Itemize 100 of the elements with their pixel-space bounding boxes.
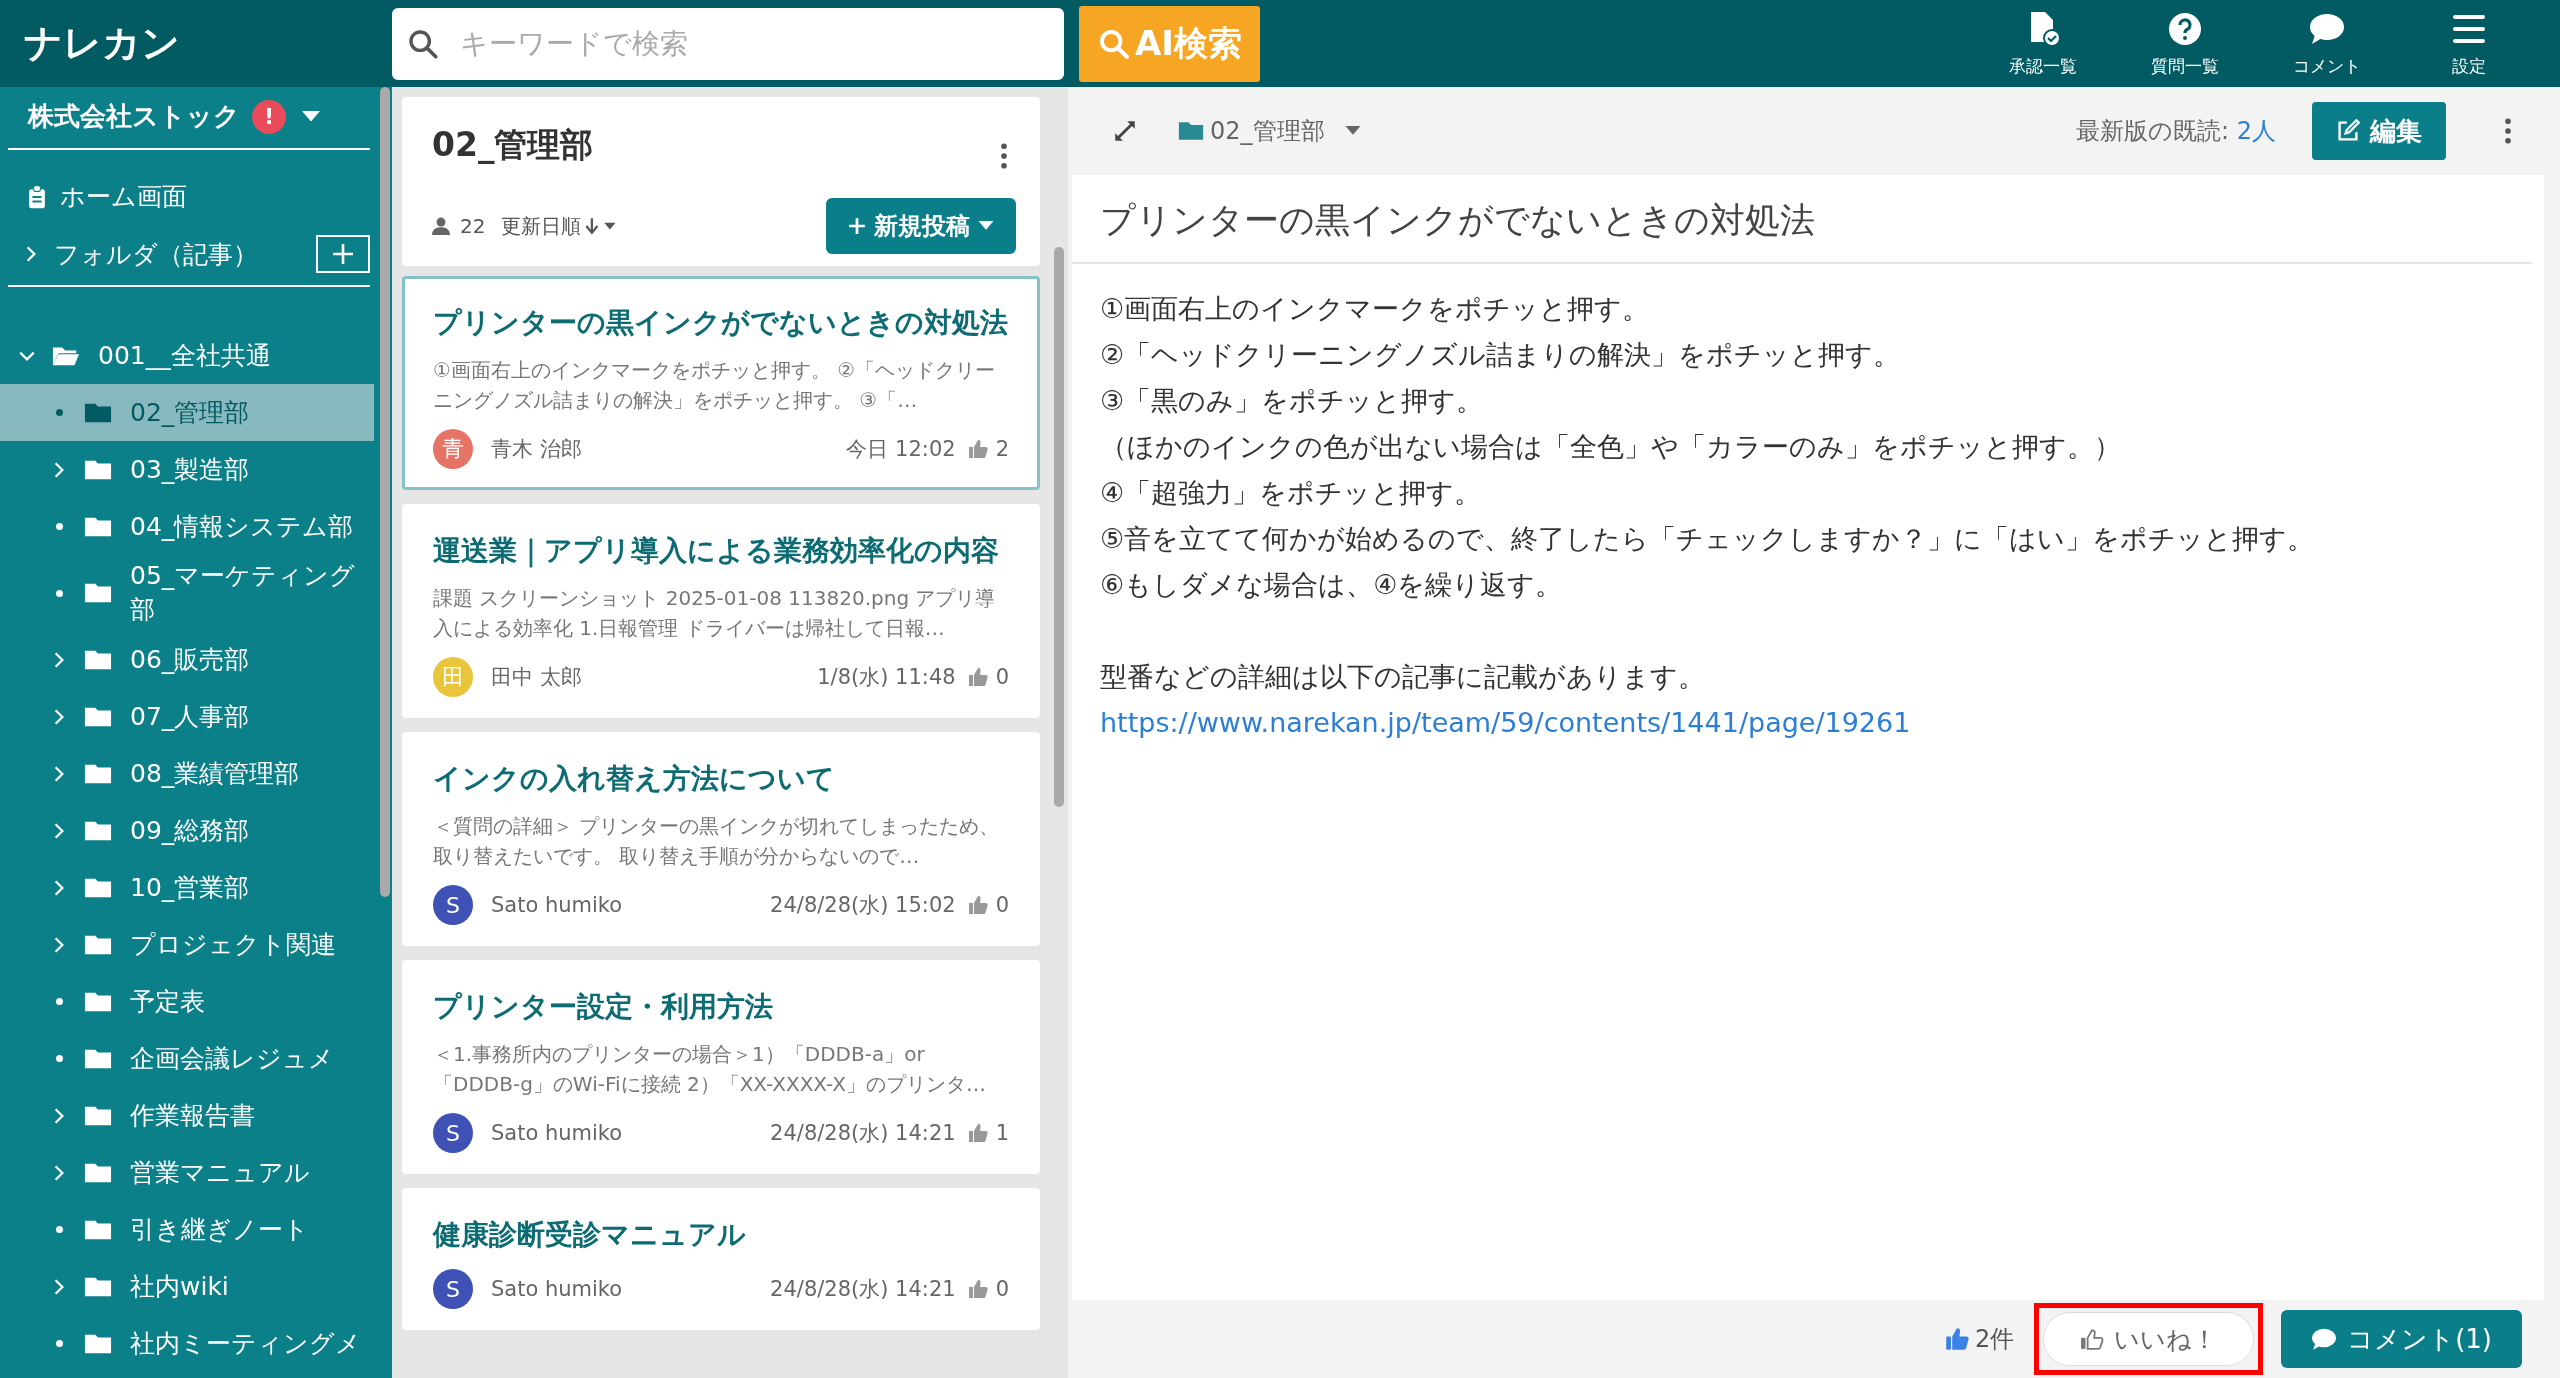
nav-button[interactable]: コメント bbox=[2256, 8, 2398, 79]
author-name: 田中 太郎 bbox=[491, 664, 583, 691]
alert-badge: ! bbox=[252, 99, 286, 134]
like-count: 0 bbox=[995, 1277, 1009, 1301]
avatar: S bbox=[433, 885, 473, 925]
add-folder-button[interactable] bbox=[316, 235, 370, 273]
thumbs-up-icon bbox=[967, 895, 988, 915]
folder-item[interactable]: 001__全社共通 bbox=[0, 327, 374, 384]
home-link[interactable]: ホーム画面 bbox=[60, 180, 187, 213]
new-post-button[interactable]: 新規投稿 bbox=[826, 198, 1016, 254]
breadcrumb-folder[interactable]: 02_管理部 bbox=[1210, 115, 1325, 147]
avatar: 田 bbox=[433, 657, 473, 697]
nav-button[interactable]: 承認一覧 bbox=[1972, 8, 2114, 79]
author-name: Sato humiko bbox=[491, 1277, 624, 1301]
caret-icon[interactable] bbox=[1344, 126, 1361, 136]
post-card[interactable]: プリンター設定・利用方法 ＜1.事務所内のプリンターの場合＞1）「DDDB-a」or「DDDB-g」のWi-Fiに接続 2）「XX-XXXX-X」のプリンタ… S Sato humiko 24/8/28(水) 14:21 1 bbox=[402, 960, 1040, 1174]
user-icon bbox=[432, 217, 450, 235]
article-text: ②「ヘッドクリーニングノズル詰まりの解決」をポチッと押す。 bbox=[1100, 338, 1902, 372]
sort-dropdown[interactable]: 更新日順 bbox=[501, 212, 620, 240]
article-title: プリンターの黒インクがでないときの対処法 bbox=[1072, 175, 2532, 264]
article-link[interactable]: https://www.narekan.jp/team/59/contents/1441/page/19261 bbox=[1100, 707, 1911, 738]
folder-item[interactable]: 10_営業部 bbox=[0, 859, 374, 916]
nav-button[interactable]: 設定 bbox=[2398, 8, 2540, 79]
folder-item[interactable]: 09_総務部 bbox=[0, 802, 374, 859]
thumbs-up-icon bbox=[2080, 1328, 2105, 1350]
post-title: プリンター設定・利用方法 bbox=[433, 989, 774, 1025]
avatar: S bbox=[433, 1269, 473, 1309]
thumbs-up-icon bbox=[967, 1123, 988, 1143]
folder-item[interactable]: 08_業績管理部 bbox=[0, 745, 374, 802]
author-name: 青木 治郎 bbox=[491, 436, 583, 463]
article-text: ④「超強力」をポチッと押す。 bbox=[1100, 476, 1483, 510]
like-count: 0 bbox=[995, 893, 1009, 917]
post-card[interactable]: 健康診断受診マニュアル S Sato humiko 24/8/28(水) 14:21 0 bbox=[402, 1188, 1040, 1330]
post-card[interactable]: プリンターの黒インクがでないときの対処法 ①画面右上のインクマークをポチッと押す。 ②「ヘッドクリーニングノズル詰まりの解決」をポチッと押す。 ③「… 青 青木 治郎 今日 12:02 2 bbox=[402, 276, 1040, 490]
read-status: 最新版の既読: 2人 bbox=[2076, 116, 2276, 147]
search-input[interactable]: キーワードで検索 bbox=[458, 26, 1064, 61]
edit-button[interactable]: 編集 bbox=[2312, 102, 2446, 160]
nav-button[interactable]: 質問一覧 bbox=[2114, 8, 2256, 79]
post-title: 健康診断受診マニュアル bbox=[433, 1217, 747, 1253]
post-excerpt: ＜質問の詳細＞ プリンターの黒インクが切れてしまったため、取り替えたいです。 取り替え手順が分からないので… bbox=[433, 813, 1001, 870]
article-text: （ほかのインクの色が出ない場合は「全色」や「カラーのみ」をポチッと押す。） bbox=[1100, 430, 2122, 464]
post-excerpt: ①画面右上のインクマークをポチッと押す。 ②「ヘッドクリーニングノズル詰まりの解決」をポチッと押す。 ③「… bbox=[433, 357, 997, 414]
like-count: 2 bbox=[995, 437, 1009, 461]
post-card[interactable]: 運送業｜アプリ導入による業務効率化の内容 課題 スクリーンショット 2025-01-08 113820.png アプリ導入による効率化 1.日報管理 ドライバーは帰社して日報… 田 田中 太郎 1/8(水) 11:48 0 bbox=[402, 504, 1040, 718]
folder-item[interactable]: 02_管理部 bbox=[0, 384, 374, 441]
thumbs-up-icon bbox=[967, 667, 988, 687]
folder-item[interactable]: 作業報告書 bbox=[0, 1087, 374, 1144]
folder-item[interactable]: 07_人事部 bbox=[0, 688, 374, 745]
post-title: プリンターの黒インクがでないときの対処法 bbox=[433, 305, 1009, 341]
author-name: Sato humiko bbox=[491, 893, 624, 917]
plus-icon bbox=[848, 217, 866, 235]
article-text: 型番などの詳細は以下の記事に記載があります。 bbox=[1100, 660, 1706, 694]
clipboard-icon bbox=[28, 184, 46, 209]
thumbs-up-icon bbox=[967, 439, 988, 459]
thumbs-up-icon bbox=[1944, 1327, 1969, 1351]
like-count: 1 bbox=[995, 1121, 1009, 1145]
folder-item[interactable]: 社内wiki bbox=[0, 1258, 374, 1315]
post-date: 24/8/28(水) 15:02 bbox=[770, 892, 956, 919]
caret-icon bbox=[978, 221, 994, 231]
post-card[interactable]: インクの入れ替え方法について ＜質問の詳細＞ プリンターの黒インクが切れてしまったため、取り替えたいです。 取り替え手順が分からないので… S Sato humiko 24/8/28(水) 15:02 0 bbox=[402, 732, 1040, 946]
folder-item[interactable]: 引き継ぎノート bbox=[0, 1201, 374, 1258]
section-heading: フォルダ（記事） bbox=[54, 238, 259, 271]
expand-icon[interactable] bbox=[1112, 118, 1138, 144]
post-date: 24/8/28(水) 14:21 bbox=[770, 1120, 956, 1147]
member-count: 22 bbox=[460, 214, 486, 238]
article-text: ⑤音を立てて何かが始めるので、終了したら「チェックしますか？」に「はい」をポチッと押す。 bbox=[1100, 522, 2316, 556]
article-text: ①画面右上のインクマークをポチッと押す。 bbox=[1100, 292, 1651, 326]
avatar: 青 bbox=[433, 429, 473, 469]
scrollbar[interactable] bbox=[380, 87, 390, 897]
post-title: 運送業｜アプリ導入による業務効率化の内容 bbox=[433, 533, 1000, 570]
read-count-link[interactable]: 2人 bbox=[2236, 117, 2276, 145]
avatar: S bbox=[433, 1113, 473, 1153]
like-button[interactable]: いいね！ bbox=[2043, 1312, 2255, 1366]
comment-button[interactable]: コメント(1) bbox=[2281, 1310, 2522, 1368]
folder-item[interactable]: プロジェクト関連 bbox=[0, 916, 374, 973]
folder-item[interactable]: 企画会議レジュメ bbox=[0, 1030, 374, 1087]
speech-bubble-icon bbox=[2311, 1327, 2338, 1351]
folder-item[interactable]: 06_販売部 bbox=[0, 631, 374, 688]
post-excerpt: ＜1.事務所内のプリンターの場合＞1）「DDDB-a」or「DDDB-g」のWi-Fiに接続 2）「XX-XXXX-X」のプリンタ… bbox=[433, 1041, 987, 1098]
article-text: ⑥もしダメな場合は、④を繰り返す。 bbox=[1100, 568, 1564, 602]
scrollbar[interactable] bbox=[1054, 247, 1064, 807]
search-field[interactable]: キーワードで検索 bbox=[392, 7, 1064, 80]
caret-icon[interactable] bbox=[302, 110, 320, 123]
folder-item[interactable]: 営業マニュアル bbox=[0, 1144, 374, 1201]
folder-item[interactable]: 04_情報システム部 bbox=[0, 498, 374, 555]
edit-icon bbox=[2336, 119, 2360, 143]
like-total: 2件 bbox=[1974, 1324, 2015, 1355]
folder-icon bbox=[1178, 120, 1204, 142]
folder-item[interactable]: 予定表 bbox=[0, 973, 374, 1030]
author-name: Sato humiko bbox=[491, 1121, 624, 1145]
folder-item[interactable]: 社内ミーティングメ bbox=[0, 1315, 374, 1372]
folder-item[interactable]: 03_製造部 bbox=[0, 441, 374, 498]
folder-item[interactable]: 05_マーケティング部 bbox=[0, 555, 374, 631]
folder-icon bbox=[84, 581, 112, 605]
article-text: ③「黒のみ」をポチッと押す。 bbox=[1100, 384, 1485, 418]
like-count: 0 bbox=[995, 665, 1009, 689]
post-excerpt: 課題 スクリーンショット 2025-01-08 113820.png アプリ導入による効率化 1.日報管理 ドライバーは帰社して日報… bbox=[433, 585, 997, 642]
company-name[interactable]: 株式会社ストック bbox=[28, 99, 240, 134]
post-date: 今日 12:02 bbox=[846, 436, 956, 463]
post-title: インクの入れ替え方法について bbox=[433, 761, 836, 797]
